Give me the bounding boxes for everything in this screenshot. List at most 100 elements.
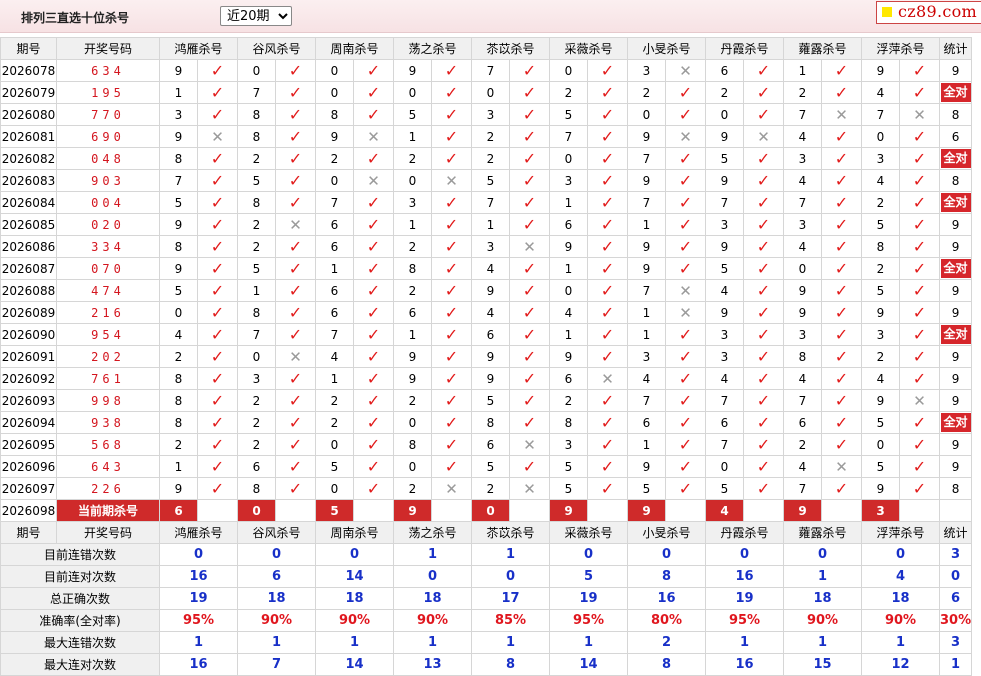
check-icon: ✓ xyxy=(509,455,550,478)
kill-number-cell: 5 xyxy=(861,279,900,302)
check-icon: ✓ xyxy=(353,191,394,214)
check-icon: ✓ xyxy=(899,323,940,346)
check-icon: ✓ xyxy=(431,59,472,82)
kill-number-cell: 4 xyxy=(783,455,822,478)
kill-number-cell: 2 xyxy=(705,81,744,104)
header-expert: 丹霞杀号 xyxy=(705,37,784,60)
kill-number-cell: 6 xyxy=(315,301,354,324)
summary-value-cell: 7 xyxy=(237,653,316,676)
check-icon: ✓ xyxy=(821,389,862,412)
logo-text: cz89.com xyxy=(898,2,978,21)
stat-cell: 9 xyxy=(938,213,973,236)
kill-number-cell: 4 xyxy=(471,301,510,324)
header-expert: 鸿雁杀号 xyxy=(159,37,238,60)
kill-number-cell: 2 xyxy=(237,147,276,170)
draw-number-cell: 195 xyxy=(56,81,160,104)
kill-number-cell: 3 xyxy=(783,213,822,236)
kill-number-cell: 3 xyxy=(627,345,666,368)
kill-number-cell: 7 xyxy=(783,103,822,126)
kill-number-cell: 7 xyxy=(627,191,666,214)
check-icon: ✓ xyxy=(821,125,862,148)
check-icon: ✓ xyxy=(665,191,706,214)
kill-number-cell: 1 xyxy=(549,191,588,214)
check-icon: ✓ xyxy=(275,147,316,170)
summary-stat-cell: 3 xyxy=(938,543,973,566)
summary-value-cell: 19 xyxy=(549,587,628,610)
stat-cell: 9 xyxy=(938,367,973,390)
check-icon: ✓ xyxy=(509,213,550,236)
check-icon: ✓ xyxy=(899,147,940,170)
kill-number-cell: 8 xyxy=(549,411,588,434)
check-icon: ✓ xyxy=(665,389,706,412)
kill-number-cell: 9 xyxy=(705,235,744,258)
kill-number-cell: 9 xyxy=(159,125,198,148)
kill-number-cell: 9 xyxy=(159,257,198,280)
kill-number-cell: 9 xyxy=(705,301,744,324)
kill-number-cell: 6 xyxy=(471,323,510,346)
check-icon: ✓ xyxy=(587,169,628,192)
summary-value-cell: 0 xyxy=(861,543,940,566)
summary-stat-cell: 6 xyxy=(938,587,973,610)
check-icon: ✓ xyxy=(665,345,706,368)
check-icon: ✓ xyxy=(899,345,940,368)
kill-number-cell: 8 xyxy=(393,257,432,280)
kill-number-cell: 6 xyxy=(783,411,822,434)
kill-number-cell: 3 xyxy=(705,345,744,368)
check-icon: ✓ xyxy=(587,279,628,302)
kill-number-cell: 0 xyxy=(861,433,900,456)
kill-number-cell: 5 xyxy=(471,455,510,478)
range-select[interactable]: 近20期 xyxy=(220,6,292,26)
kill-number-cell: 3 xyxy=(783,323,822,346)
cross-icon: ✕ xyxy=(431,477,472,500)
kill-number-cell: 4 xyxy=(861,169,900,192)
check-icon: ✓ xyxy=(743,169,784,192)
summary-value-cell: 1 xyxy=(471,543,550,566)
summary-value-cell: 14 xyxy=(315,565,394,588)
stat-cell: 9 xyxy=(938,279,973,302)
kill-number-cell: 3 xyxy=(393,191,432,214)
period-cell: 2026085 xyxy=(0,213,57,236)
stat-cell: 8 xyxy=(938,169,973,192)
site-logo[interactable]: cz89.com xyxy=(876,1,981,24)
summary-value-cell: 1 xyxy=(783,565,862,588)
kill-number-cell: 6 xyxy=(549,213,588,236)
check-icon: ✓ xyxy=(743,257,784,280)
check-icon: ✓ xyxy=(821,213,862,236)
kill-number-cell: 2 xyxy=(315,389,354,412)
check-icon: ✓ xyxy=(197,191,238,214)
stat-cell: 6 xyxy=(938,125,973,148)
summary-value-cell: 8 xyxy=(627,653,706,676)
all-correct-badge: 全对 xyxy=(940,259,971,278)
kill-number-cell: 7 xyxy=(237,81,276,104)
check-icon: ✓ xyxy=(665,213,706,236)
check-icon: ✓ xyxy=(899,213,940,236)
kill-number-cell: 8 xyxy=(237,477,276,500)
kill-number-cell: 9 xyxy=(471,345,510,368)
kill-number-cell: 7 xyxy=(471,59,510,82)
check-icon: ✓ xyxy=(509,191,550,214)
period-cell: 2026089 xyxy=(0,301,57,324)
kill-number-cell: 0 xyxy=(237,345,276,368)
draw-number-cell: 761 xyxy=(56,367,160,390)
table-row: 2026084 004 5 ✓ 8 ✓ 7 ✓ 3 ✓ 7 ✓ 1 ✓ 7 ✓ 7 ✓ 7 ✓ 2 ✓ 全对 xyxy=(0,191,973,214)
summary-value-cell: 14 xyxy=(315,653,394,676)
check-icon: ✓ xyxy=(665,81,706,104)
summary-value-cell: 18 xyxy=(783,587,862,610)
check-icon: ✓ xyxy=(587,411,628,434)
kill-number-cell: 9 xyxy=(393,59,432,82)
table-row: 2026081 690 9 ✕ 8 ✓ 9 ✕ 1 ✓ 2 ✓ 7 ✓ 9 ✕ 9 ✕ 4 ✓ 0 ✓ 6 xyxy=(0,125,973,148)
draw-number-cell: 643 xyxy=(56,455,160,478)
check-icon: ✓ xyxy=(821,301,862,324)
stat-cell: 9 xyxy=(938,389,973,412)
summary-stat-cell: 0 xyxy=(938,565,973,588)
kill-number-cell: 8 xyxy=(159,389,198,412)
current-period-cell: 2026098 xyxy=(0,499,57,522)
kill-number-table: 期号 开奖号码 鸿雁杀号 谷风杀号 周南杀号 荡之杀号 苶苡杀号 采薇杀号 小旻杀号 丹霞杀号 蕹露… xyxy=(0,37,973,676)
kill-number-cell: 3 xyxy=(471,235,510,258)
check-icon: ✓ xyxy=(743,477,784,500)
check-icon: ✓ xyxy=(743,213,784,236)
header-expert: 蕹露杀号 xyxy=(783,521,862,544)
period-cell: 2026086 xyxy=(0,235,57,258)
summary-value-cell: 95% xyxy=(549,609,628,632)
check-icon: ✓ xyxy=(275,169,316,192)
